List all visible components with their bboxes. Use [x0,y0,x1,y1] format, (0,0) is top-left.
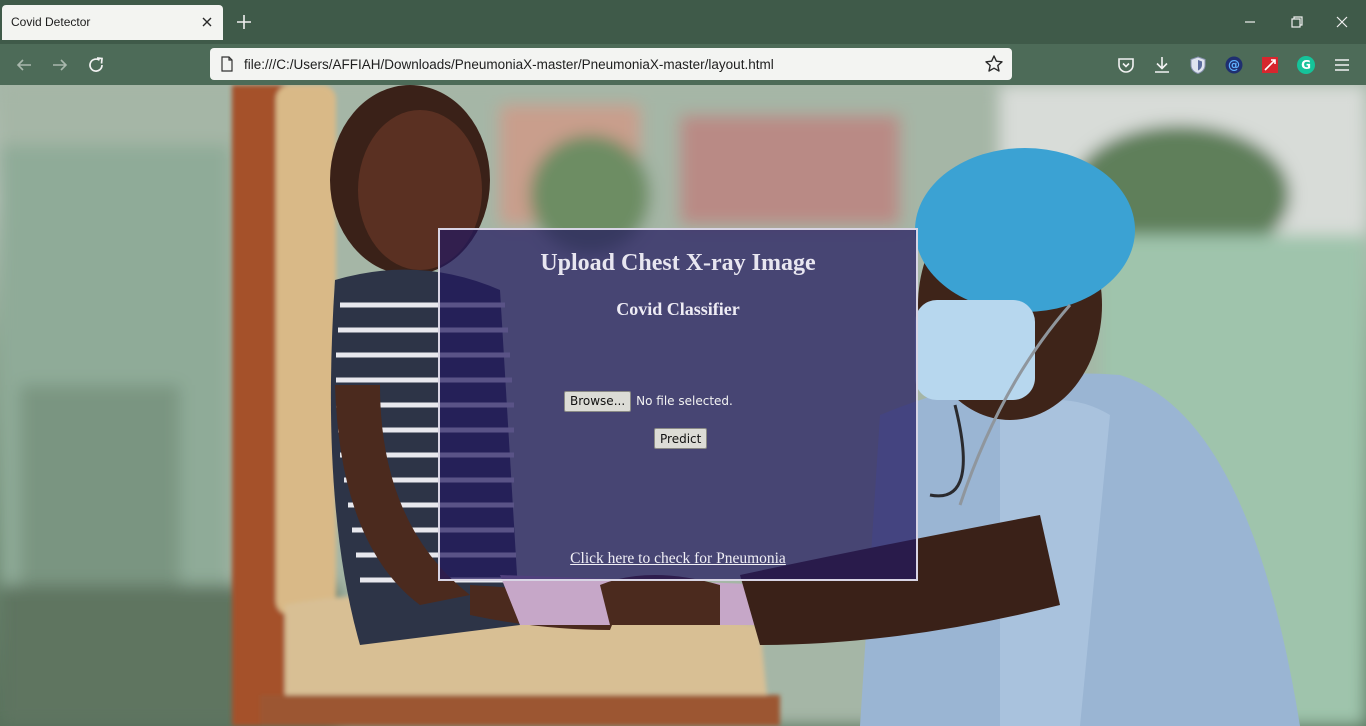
shield-extension-icon[interactable] [1187,54,1209,76]
red-extension-icon[interactable] [1259,54,1281,76]
classifier-subtitle: Covid Classifier [616,299,740,319]
address-bar[interactable]: file:///C:/Users/AFFIAH/Downloads/Pneumo… [210,48,1012,80]
svg-text:@: @ [1228,58,1240,72]
url-text[interactable]: file:///C:/Users/AFFIAH/Downloads/Pneumo… [244,57,774,72]
svg-text:G: G [1301,58,1311,72]
download-icon[interactable] [1151,54,1173,76]
tab-title: Covid Detector [11,15,91,29]
pneumonia-link[interactable]: Click here to check for Pneumonia [440,550,916,568]
close-tab-icon[interactable] [199,14,215,30]
page-content: Upload Chest X-ray Image Covid Classifie… [0,85,1366,726]
forward-icon[interactable] [49,54,71,76]
at-extension-icon[interactable]: @ [1223,54,1245,76]
file-status-text: No file selected. [636,394,733,408]
back-icon[interactable] [13,54,35,76]
new-tab-icon[interactable] [234,12,254,32]
file-input[interactable]: Browse... No file selected. [564,390,733,412]
navigation-bar: file:///C:/Users/AFFIAH/Downloads/Pneumo… [0,44,1366,85]
pocket-icon[interactable] [1115,54,1137,76]
reload-icon[interactable] [85,54,107,76]
browser-tab[interactable]: Covid Detector [2,5,223,40]
minimize-icon[interactable] [1238,10,1262,34]
browse-button[interactable]: Browse... [564,390,632,412]
menu-icon[interactable] [1331,54,1353,76]
close-window-icon[interactable] [1330,10,1354,34]
page-icon [221,56,233,72]
grammarly-extension-icon[interactable]: G [1295,54,1317,76]
upload-card: Upload Chest X-ray Image Covid Classifie… [438,228,918,581]
predict-button[interactable]: Predict [654,428,708,449]
restore-icon[interactable] [1285,10,1309,34]
page-title: Upload Chest X-ray Image [540,250,816,276]
title-bar: Covid Detector [0,0,1366,44]
bookmark-star-icon[interactable] [984,54,1004,74]
